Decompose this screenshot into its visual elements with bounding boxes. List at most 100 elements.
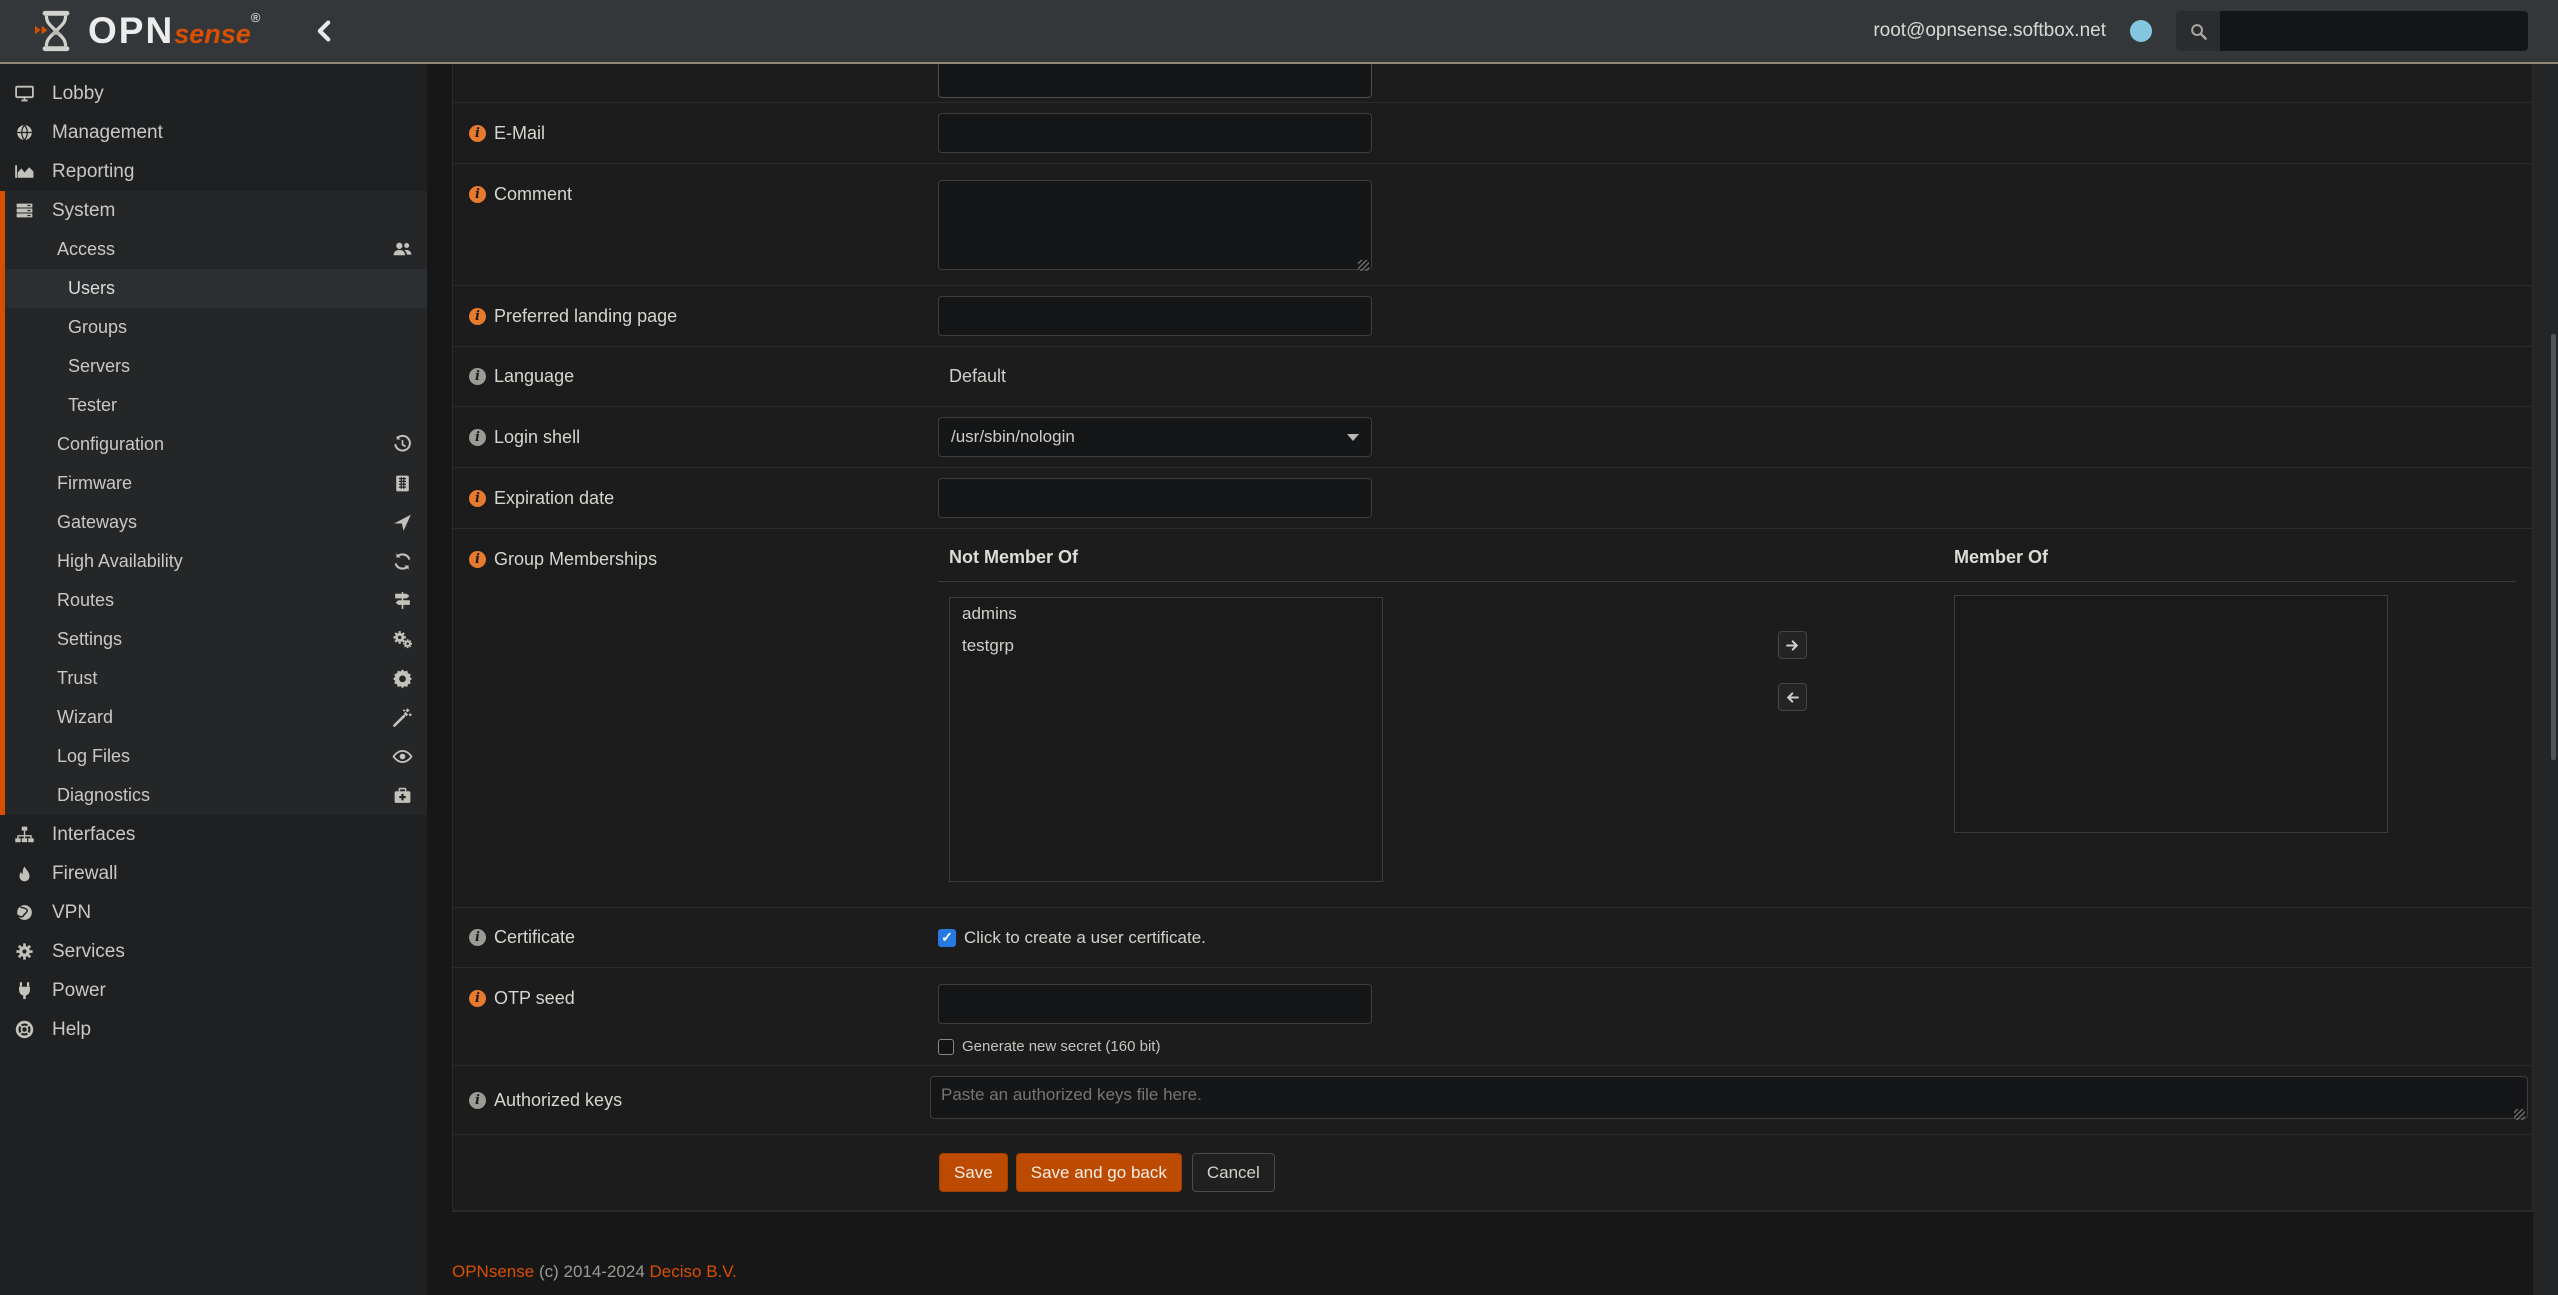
sidebar-collapse-button[interactable] (312, 18, 338, 44)
certificate-checkbox[interactable]: ✓ (938, 929, 956, 947)
sidebar-item-interfaces[interactable]: Interfaces (0, 815, 427, 854)
sidebar-item-label: Reporting (52, 161, 134, 183)
cogs-icon (392, 629, 413, 650)
sidebar-item-servers[interactable]: Servers (5, 347, 427, 386)
desktop-icon (14, 83, 40, 104)
sidebar-item-label: Routes (57, 590, 114, 611)
deciso-footer-link[interactable]: Deciso B.V. (650, 1262, 737, 1281)
info-icon[interactable]: i (469, 429, 486, 446)
form-row-expiration: iExpiration date (453, 468, 2532, 529)
sidebar-item-users[interactable]: Users (5, 269, 427, 308)
not-member-of-header: Not Member Of (949, 547, 1078, 568)
field-label: E-Mail (494, 123, 545, 144)
certificate-icon (392, 668, 413, 689)
info-icon[interactable]: i (469, 490, 486, 507)
generate-secret-checkbox[interactable] (938, 1039, 954, 1055)
login-shell-select[interactable]: /usr/sbin/nologin (938, 417, 1372, 457)
info-icon[interactable]: i (469, 368, 486, 385)
sidebar-item-wizard[interactable]: Wizard (5, 698, 427, 737)
sidebar-item-groups[interactable]: Groups (5, 308, 427, 347)
eye-icon (392, 746, 413, 767)
sidebar-item-label: Management (52, 122, 163, 144)
form-row-comment: iComment (453, 164, 2532, 286)
sidebar-item-label: Firmware (57, 473, 132, 494)
copyright-text: (c) 2014-2024 (539, 1262, 645, 1281)
email-field[interactable] (938, 113, 1372, 153)
refresh-icon (392, 551, 413, 572)
sidebar-item-label: Access (57, 239, 115, 260)
sidebar-item-lobby[interactable]: Lobby (0, 74, 427, 113)
global-search (2176, 11, 2528, 51)
sidebar-item-label: Wizard (57, 707, 113, 728)
scrollbar-thumb[interactable] (2551, 334, 2556, 760)
opnsense-logo[interactable]: OPNsense® (34, 9, 260, 53)
sidebar-item-system[interactable]: System (5, 191, 427, 230)
sidebar-item-access[interactable]: Access (5, 230, 427, 269)
sidebar-item-help[interactable]: Help (0, 1010, 427, 1049)
sidebar-item-reporting[interactable]: Reporting (0, 152, 427, 191)
cancel-button[interactable]: Cancel (1192, 1153, 1275, 1192)
sidebar-item-configuration[interactable]: Configuration (5, 425, 427, 464)
info-icon[interactable]: i (469, 186, 486, 203)
info-icon[interactable]: i (469, 551, 486, 568)
add-group-button[interactable] (1778, 631, 1807, 659)
sidebar-item-log-files[interactable]: Log Files (5, 737, 427, 776)
sidebar-item-diagnostics[interactable]: Diagnostics (5, 776, 427, 815)
list-item[interactable]: testgrp (950, 630, 1382, 662)
save-button[interactable]: Save (939, 1153, 1008, 1192)
info-icon[interactable]: i (469, 125, 486, 142)
sidebar-item-firmware[interactable]: Firmware (5, 464, 427, 503)
remove-group-button[interactable] (1778, 683, 1807, 711)
history-icon (392, 434, 413, 455)
system-section: System Access Users Groups Servers Teste… (0, 191, 427, 815)
sidebar-item-power[interactable]: Power (0, 971, 427, 1010)
scrollbar-track[interactable] (2533, 64, 2558, 1295)
sidebar-item-label: Log Files (57, 746, 130, 767)
authorized-keys-textarea[interactable] (930, 1076, 2528, 1119)
sidebar-item-gateways[interactable]: Gateways (5, 503, 427, 542)
sidebar-item-tester[interactable]: Tester (5, 386, 427, 425)
otp-seed-field[interactable] (938, 984, 1372, 1024)
search-input[interactable] (2220, 11, 2528, 51)
list-item[interactable]: admins (950, 598, 1382, 630)
sidebar-item-label: Trust (57, 668, 97, 689)
hourglass-logo-icon (34, 9, 78, 53)
info-icon[interactable]: i (469, 929, 486, 946)
landing-page-field[interactable] (938, 296, 1372, 336)
form-actions: Save Save and go back Cancel (453, 1135, 2532, 1211)
area-chart-icon (14, 161, 40, 182)
sidebar-item-trust[interactable]: Trust (5, 659, 427, 698)
sidebar-item-firewall[interactable]: Firewall (0, 854, 427, 893)
sidebar-item-settings[interactable]: Settings (5, 620, 427, 659)
save-and-go-back-button[interactable]: Save and go back (1016, 1153, 1182, 1192)
sidebar-item-high-availability[interactable]: High Availability (5, 542, 427, 581)
info-icon[interactable]: i (469, 1092, 486, 1109)
status-dot[interactable] (2130, 20, 2152, 42)
sidebar-item-vpn[interactable]: VPN (0, 893, 427, 932)
sidebar-item-label: System (52, 200, 115, 222)
info-icon[interactable]: i (469, 990, 486, 1007)
sidebar-item-label: Settings (57, 629, 122, 650)
cutoff-input[interactable] (938, 64, 1372, 98)
member-of-list[interactable] (1954, 595, 2388, 833)
expiration-date-field[interactable] (938, 478, 1372, 518)
info-icon[interactable]: i (469, 308, 486, 325)
sidebar-item-routes[interactable]: Routes (5, 581, 427, 620)
not-member-of-list[interactable]: admins testgrp (949, 597, 1383, 882)
sidebar-item-label: VPN (52, 902, 91, 924)
sidebar-item-label: Diagnostics (57, 785, 150, 806)
language-value: Default (938, 366, 1006, 386)
comment-textarea[interactable] (938, 180, 1372, 270)
search-button[interactable] (2176, 11, 2220, 51)
chevron-down-icon (1347, 434, 1359, 441)
footer: OPNsense (c) 2014-2024 Deciso B.V. (452, 1262, 2558, 1282)
map-signs-icon (392, 590, 413, 611)
sidebar-item-services[interactable]: Services (0, 932, 427, 971)
sidebar-item-label: Users (68, 278, 115, 299)
brand-registered-mark: ® (251, 10, 261, 25)
sidebar: Lobby Management Reporting System Access… (0, 64, 427, 1295)
opnsense-footer-link[interactable]: OPNsense (452, 1262, 534, 1281)
field-label: Group Memberships (494, 549, 657, 570)
form-row-group-memberships: iGroup Memberships Not Member Of Member … (453, 529, 2532, 908)
sidebar-item-management[interactable]: Management (0, 113, 427, 152)
